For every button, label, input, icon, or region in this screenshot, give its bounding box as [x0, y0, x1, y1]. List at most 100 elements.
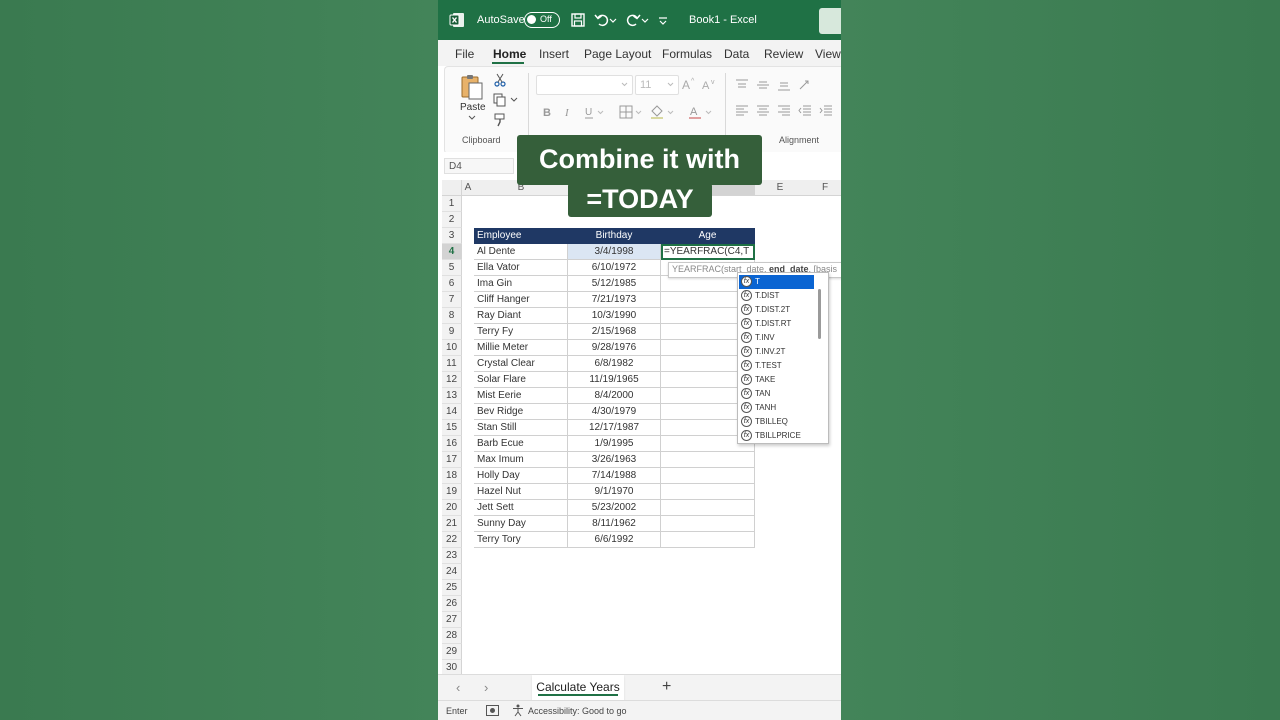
font-color-dropdown-icon[interactable] — [705, 110, 712, 115]
employee-cell[interactable]: Sunny Day — [474, 516, 568, 532]
birthday-cell[interactable]: 7/21/1973 — [568, 292, 661, 308]
cut-icon[interactable] — [493, 73, 507, 87]
employee-cell[interactable]: Holly Day — [474, 468, 568, 484]
font-size-dropdown-icon[interactable] — [667, 82, 674, 87]
paste-label[interactable]: Paste — [460, 102, 486, 113]
column-header-e[interactable]: E — [755, 180, 805, 196]
scroll-sheets-right-icon[interactable]: › — [484, 680, 488, 695]
tab-home[interactable]: Home — [493, 47, 526, 61]
format-painter-icon[interactable] — [493, 113, 507, 127]
align-right-icon[interactable] — [777, 105, 791, 117]
decrease-indent-icon[interactable] — [798, 105, 812, 117]
birthday-cell[interactable]: 6/6/1992 — [568, 532, 661, 548]
row-header-24[interactable]: 24 — [442, 564, 462, 580]
age-cell[interactable] — [661, 452, 755, 468]
table-header-cell[interactable]: Employee — [474, 228, 568, 244]
borders-icon[interactable] — [619, 105, 633, 119]
autocomplete-item[interactable]: fx TAN — [739, 387, 814, 401]
column-header-a[interactable]: A — [462, 180, 474, 196]
autocomplete-item[interactable]: fx T — [739, 275, 814, 289]
paste-dropdown-icon[interactable] — [468, 115, 476, 121]
birthday-cell[interactable]: 6/8/1982 — [568, 356, 661, 372]
employee-cell[interactable]: Ima Gin — [474, 276, 568, 292]
autocomplete-item[interactable]: fx T.INV — [739, 331, 814, 345]
row-header-2[interactable]: 2 — [442, 212, 462, 228]
table-header-cell[interactable]: Age — [661, 228, 755, 244]
autocomplete-item[interactable]: fx T.INV.2T — [739, 345, 814, 359]
row-header-27[interactable]: 27 — [442, 612, 462, 628]
font-name-dropdown-icon[interactable] — [621, 82, 628, 87]
borders-dropdown-icon[interactable] — [635, 110, 642, 115]
decrease-font-size-icon[interactable]: Av — [701, 77, 717, 91]
tab-file[interactable]: File — [455, 47, 474, 61]
row-header-19[interactable]: 19 — [442, 484, 462, 500]
align-bottom-icon[interactable] — [777, 79, 791, 91]
employee-cell[interactable]: Solar Flare — [474, 372, 568, 388]
autocomplete-item[interactable]: fx T.TEST — [739, 359, 814, 373]
font-name-box[interactable] — [536, 75, 633, 95]
age-cell[interactable] — [661, 484, 755, 500]
birthday-cell[interactable]: 3/26/1963 — [568, 452, 661, 468]
birthday-cell[interactable]: 12/17/1987 — [568, 420, 661, 436]
name-box[interactable]: D4 — [444, 158, 514, 174]
fill-color-icon[interactable] — [649, 105, 665, 119]
table-header-cell[interactable]: Birthday — [568, 228, 661, 244]
employee-cell[interactable]: Ella Vator — [474, 260, 568, 276]
tab-view[interactable]: View — [815, 47, 841, 61]
employee-cell[interactable]: Stan Still — [474, 420, 568, 436]
age-cell[interactable] — [661, 532, 755, 548]
employee-cell[interactable]: Hazel Nut — [474, 484, 568, 500]
row-header-5[interactable]: 5 — [442, 260, 462, 276]
row-header-16[interactable]: 16 — [442, 436, 462, 452]
autocomplete-scrollbar[interactable] — [818, 289, 821, 339]
tab-review[interactable]: Review — [764, 47, 803, 61]
active-formula-cell[interactable]: =YEARFRAC(C4,T — [661, 244, 755, 260]
age-cell[interactable] — [661, 516, 755, 532]
row-header-8[interactable]: 8 — [442, 308, 462, 324]
bold-icon[interactable]: B — [541, 105, 553, 119]
row-header-14[interactable]: 14 — [442, 404, 462, 420]
row-header-17[interactable]: 17 — [442, 452, 462, 468]
orientation-icon[interactable] — [798, 79, 812, 91]
row-header-22[interactable]: 22 — [442, 532, 462, 548]
macro-recording-icon[interactable] — [486, 705, 499, 716]
birthday-cell[interactable]: 3/4/1998 — [568, 244, 661, 260]
customize-toolbar-icon[interactable] — [657, 11, 669, 29]
row-header-11[interactable]: 11 — [442, 356, 462, 372]
employee-cell[interactable]: Al Dente — [474, 244, 568, 260]
birthday-cell[interactable]: 1/9/1995 — [568, 436, 661, 452]
employee-cell[interactable]: Jett Sett — [474, 500, 568, 516]
redo-dropdown-icon[interactable] — [640, 11, 650, 29]
autocomplete-item[interactable]: fx TBILLEQ — [739, 415, 814, 429]
employee-cell[interactable]: Barb Ecue — [474, 436, 568, 452]
increase-font-size-icon[interactable]: A ^ — [681, 77, 697, 91]
employee-cell[interactable]: Crystal Clear — [474, 356, 568, 372]
copy-dropdown-icon[interactable] — [510, 97, 518, 103]
birthday-cell[interactable]: 10/3/1990 — [568, 308, 661, 324]
row-header-20[interactable]: 20 — [442, 500, 462, 516]
birthday-cell[interactable]: 2/15/1968 — [568, 324, 661, 340]
row-header-13[interactable]: 13 — [442, 388, 462, 404]
copy-icon[interactable] — [493, 93, 507, 107]
row-header-25[interactable]: 25 — [442, 580, 462, 596]
row-header-6[interactable]: 6 — [442, 276, 462, 292]
row-header-12[interactable]: 12 — [442, 372, 462, 388]
employee-cell[interactable]: Terry Fy — [474, 324, 568, 340]
accessibility-icon[interactable] — [512, 704, 524, 717]
save-icon[interactable] — [569, 11, 587, 29]
align-top-icon[interactable] — [735, 79, 749, 91]
column-header-f[interactable]: F — [805, 180, 841, 196]
employee-cell[interactable]: Terry Tory — [474, 532, 568, 548]
age-cell[interactable] — [661, 500, 755, 516]
underline-icon[interactable]: U — [583, 105, 595, 119]
birthday-cell[interactable]: 4/30/1979 — [568, 404, 661, 420]
row-header-26[interactable]: 26 — [442, 596, 462, 612]
birthday-cell[interactable]: 7/14/1988 — [568, 468, 661, 484]
row-header-15[interactable]: 15 — [442, 420, 462, 436]
employee-cell[interactable]: Bev Ridge — [474, 404, 568, 420]
scroll-sheets-left-icon[interactable]: ‹ — [456, 680, 460, 695]
sheet-tab-calculate-years[interactable]: Calculate Years — [532, 675, 624, 701]
font-color-icon[interactable]: A — [688, 104, 702, 120]
increase-indent-icon[interactable] — [819, 105, 833, 117]
tab-insert[interactable]: Insert — [539, 47, 569, 61]
